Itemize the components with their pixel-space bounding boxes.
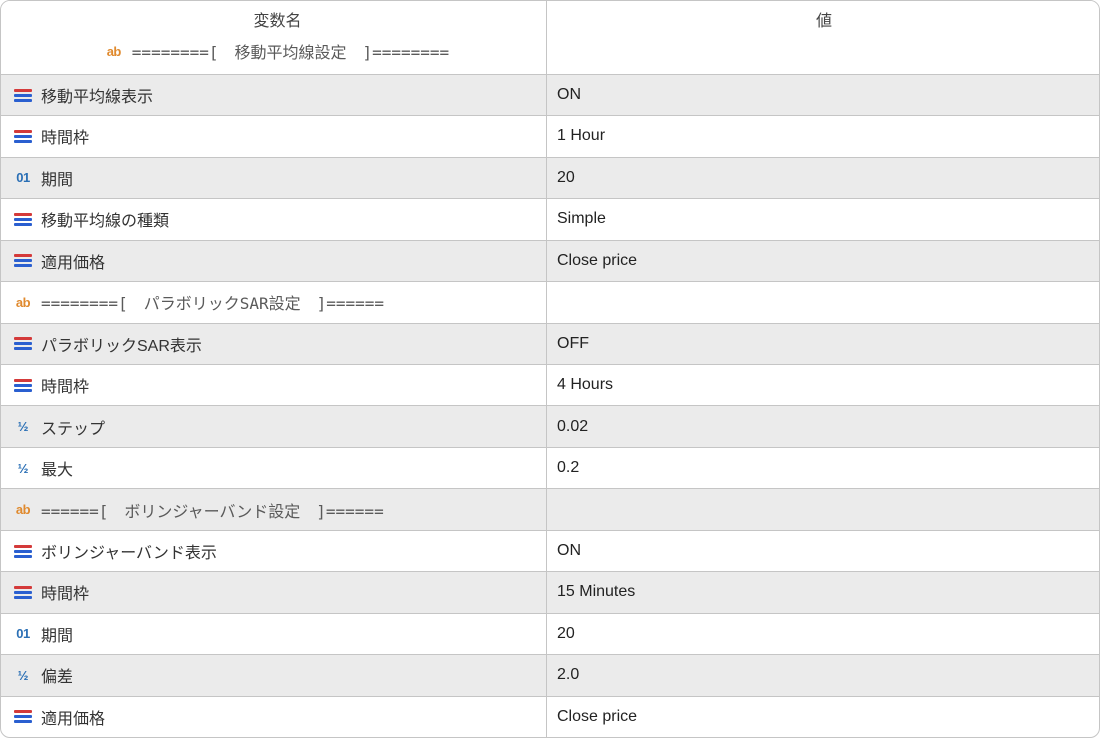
param-value[interactable]: ON — [557, 542, 581, 560]
param-value[interactable]: 1 Hour — [557, 127, 605, 145]
table-row[interactable]: ボリンジャーバンド表示 ON — [1, 531, 1099, 572]
enum-type-icon — [13, 584, 33, 600]
table-row[interactable]: ½ 最大 0.2 — [1, 448, 1099, 489]
param-name: 時間枠 — [41, 373, 89, 397]
param-value[interactable]: 20 — [557, 625, 575, 643]
param-name: 移動平均線の種類 — [41, 207, 169, 231]
header-value-label: 値 — [814, 7, 832, 31]
param-value[interactable]: 15 Minutes — [557, 583, 635, 601]
header-name-cell: 変数名 ab ========[ 移動平均線設定 ]======== — [1, 1, 547, 74]
table-row[interactable]: パラボリックSAR表示 OFF — [1, 324, 1099, 365]
enum-type-icon — [13, 543, 33, 559]
table-row[interactable]: 時間枠 15 Minutes — [1, 572, 1099, 613]
param-name: ボリンジャーバンド表示 — [41, 539, 217, 563]
table-header-row: 変数名 ab ========[ 移動平均線設定 ]======== 値 — [1, 1, 1099, 75]
param-value[interactable]: Close price — [557, 252, 637, 270]
table-row[interactable]: 時間枠 4 Hours — [1, 365, 1099, 406]
section-bb-label: ======[ ボリンジャーバンド設定 ]====== — [41, 498, 384, 522]
table-row[interactable]: 01 期間 20 — [1, 158, 1099, 199]
string-type-icon: ab — [13, 502, 33, 518]
param-name: パラボリックSAR表示 — [41, 332, 202, 356]
param-name: ステップ — [41, 415, 105, 439]
param-name: 移動平均線表示 — [41, 83, 153, 107]
param-name: 最大 — [41, 456, 73, 480]
param-value[interactable]: 20 — [557, 169, 575, 187]
string-type-icon: ab — [13, 294, 33, 310]
header-name-label: 変数名 — [251, 7, 301, 31]
param-value[interactable]: Simple — [557, 210, 606, 228]
enum-type-icon — [13, 253, 33, 269]
int-type-icon: 01 — [13, 626, 33, 642]
table-row[interactable]: 01 期間 20 — [1, 614, 1099, 655]
section-ma-settings[interactable]: ab ========[ 移動平均線設定 ]======== — [104, 39, 449, 63]
double-type-icon: ½ — [13, 460, 33, 476]
table-row[interactable]: 適用価格 Close price — [1, 241, 1099, 282]
param-value[interactable]: Close price — [557, 708, 637, 726]
string-type-icon: ab — [104, 43, 124, 59]
param-name: 適用価格 — [41, 705, 105, 729]
parameter-table: 変数名 ab ========[ 移動平均線設定 ]======== 値 移動平… — [0, 0, 1100, 738]
param-name: 偏差 — [41, 663, 73, 687]
table-row[interactable]: ½ ステップ 0.02 — [1, 406, 1099, 447]
param-value[interactable]: ON — [557, 86, 581, 104]
param-name: 時間枠 — [41, 580, 89, 604]
param-value[interactable]: 0.02 — [557, 418, 588, 436]
table-row[interactable]: ab ======[ ボリンジャーバンド設定 ]====== — [1, 489, 1099, 530]
param-name: 適用価格 — [41, 249, 105, 273]
param-value[interactable]: 2.0 — [557, 666, 579, 684]
table-row[interactable]: 移動平均線表示 ON — [1, 75, 1099, 116]
table-row[interactable]: 適用価格 Close price — [1, 697, 1099, 737]
enum-type-icon — [13, 87, 33, 103]
param-value[interactable]: 4 Hours — [557, 376, 613, 394]
param-name: 期間 — [41, 622, 73, 646]
enum-type-icon — [13, 709, 33, 725]
param-name: 期間 — [41, 166, 73, 190]
table-row[interactable]: 時間枠 1 Hour — [1, 116, 1099, 157]
param-value[interactable]: 0.2 — [557, 459, 579, 477]
table-row[interactable]: 移動平均線の種類 Simple — [1, 199, 1099, 240]
table-row[interactable]: ab ========[ パラボリックSAR設定 ]====== — [1, 282, 1099, 323]
enum-type-icon — [13, 211, 33, 227]
enum-type-icon — [13, 128, 33, 144]
section-sar-label: ========[ パラボリックSAR設定 ]====== — [41, 290, 384, 314]
param-value[interactable]: OFF — [557, 335, 589, 353]
header-value-cell: 値 — [547, 1, 1099, 74]
param-name: 時間枠 — [41, 124, 89, 148]
enum-type-icon — [13, 377, 33, 393]
double-type-icon: ½ — [13, 667, 33, 683]
double-type-icon: ½ — [13, 419, 33, 435]
int-type-icon: 01 — [13, 170, 33, 186]
section-ma-label: ========[ 移動平均線設定 ]======== — [132, 39, 449, 63]
table-row[interactable]: ½ 偏差 2.0 — [1, 655, 1099, 696]
enum-type-icon — [13, 336, 33, 352]
